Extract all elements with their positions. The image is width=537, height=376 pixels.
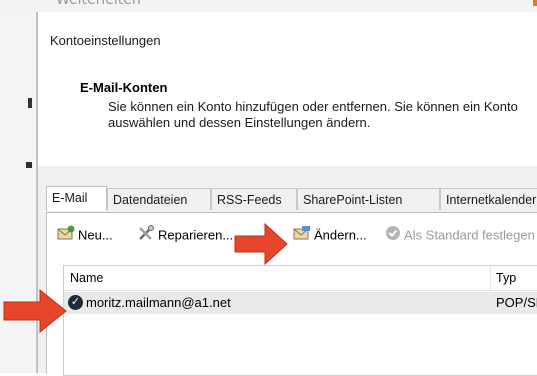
tab-strip: E-Mail Datendateien RSS-Feeds SharePoint… — [46, 186, 537, 212]
background-mark — [28, 98, 32, 108]
change-button-label: Ändern... — [314, 227, 367, 243]
tab-data-files[interactable]: Datendateien — [107, 188, 211, 210]
set-default-button[interactable]: Als Standard festlegen — [385, 225, 535, 245]
tab-internet-calendars[interactable]: Internetkalender — [440, 188, 537, 210]
account-settings-dialog: Kontoeinstellungen E-Mail-Konten Sie kön… — [37, 12, 537, 376]
change-account-icon — [293, 225, 311, 247]
account-name: moritz.mailmann@a1.net — [86, 295, 231, 310]
column-header-name[interactable]: Name — [70, 271, 103, 285]
set-default-check-icon — [385, 225, 401, 247]
section-heading: E-Mail-Konten — [80, 80, 168, 95]
accounts-list: Name Typ ✓ moritz.mailmann@a1.net POP/SM… — [63, 265, 537, 376]
account-row[interactable]: ✓ moritz.mailmann@a1.net POP/SMTP — [64, 292, 537, 314]
change-button[interactable]: Ändern... — [293, 225, 367, 245]
column-separator[interactable] — [490, 266, 491, 290]
new-mail-icon — [57, 225, 75, 247]
tab-sharepoint-lists[interactable]: SharePoint-Listen — [297, 188, 440, 210]
section-description: Sie können ein Konto hinzufügen oder ent… — [108, 99, 518, 130]
background-ghost-text: Weiterleiten — [56, 0, 141, 8]
repair-tools-icon — [137, 225, 155, 247]
tab-rss-feeds[interactable]: RSS-Feeds — [211, 188, 297, 210]
dialog-header-area: E-Mail-Konten Sie können ein Konto hinzu… — [38, 70, 537, 167]
account-tabs-area: E-Mail Datendateien RSS-Feeds SharePoint… — [38, 166, 537, 376]
background-window-strip: Weiterleiten — [0, 0, 537, 12]
tab-email[interactable]: E-Mail — [46, 186, 107, 211]
repair-button-label: Reparieren... — [158, 227, 234, 243]
column-header-type[interactable]: Typ — [496, 271, 516, 285]
email-tab-panel: Neu... Reparieren... Ändern... Als Stand… — [46, 212, 537, 376]
list-header: Name Typ — [64, 266, 537, 291]
new-button-label: Neu... — [78, 227, 113, 243]
annotation-arrow-account — [3, 288, 67, 334]
background-orange-icon — [533, 0, 537, 6]
repair-button[interactable]: Reparieren... — [137, 225, 233, 245]
annotation-arrow-change — [234, 222, 288, 266]
account-type: POP/SMTP — [496, 295, 537, 310]
background-mark — [26, 162, 32, 168]
default-account-check-icon: ✓ — [68, 295, 83, 310]
new-account-button[interactable]: Neu... — [57, 225, 113, 245]
dialog-title: Kontoeinstellungen — [50, 33, 161, 48]
set-default-label: Als Standard festlegen — [404, 227, 535, 243]
